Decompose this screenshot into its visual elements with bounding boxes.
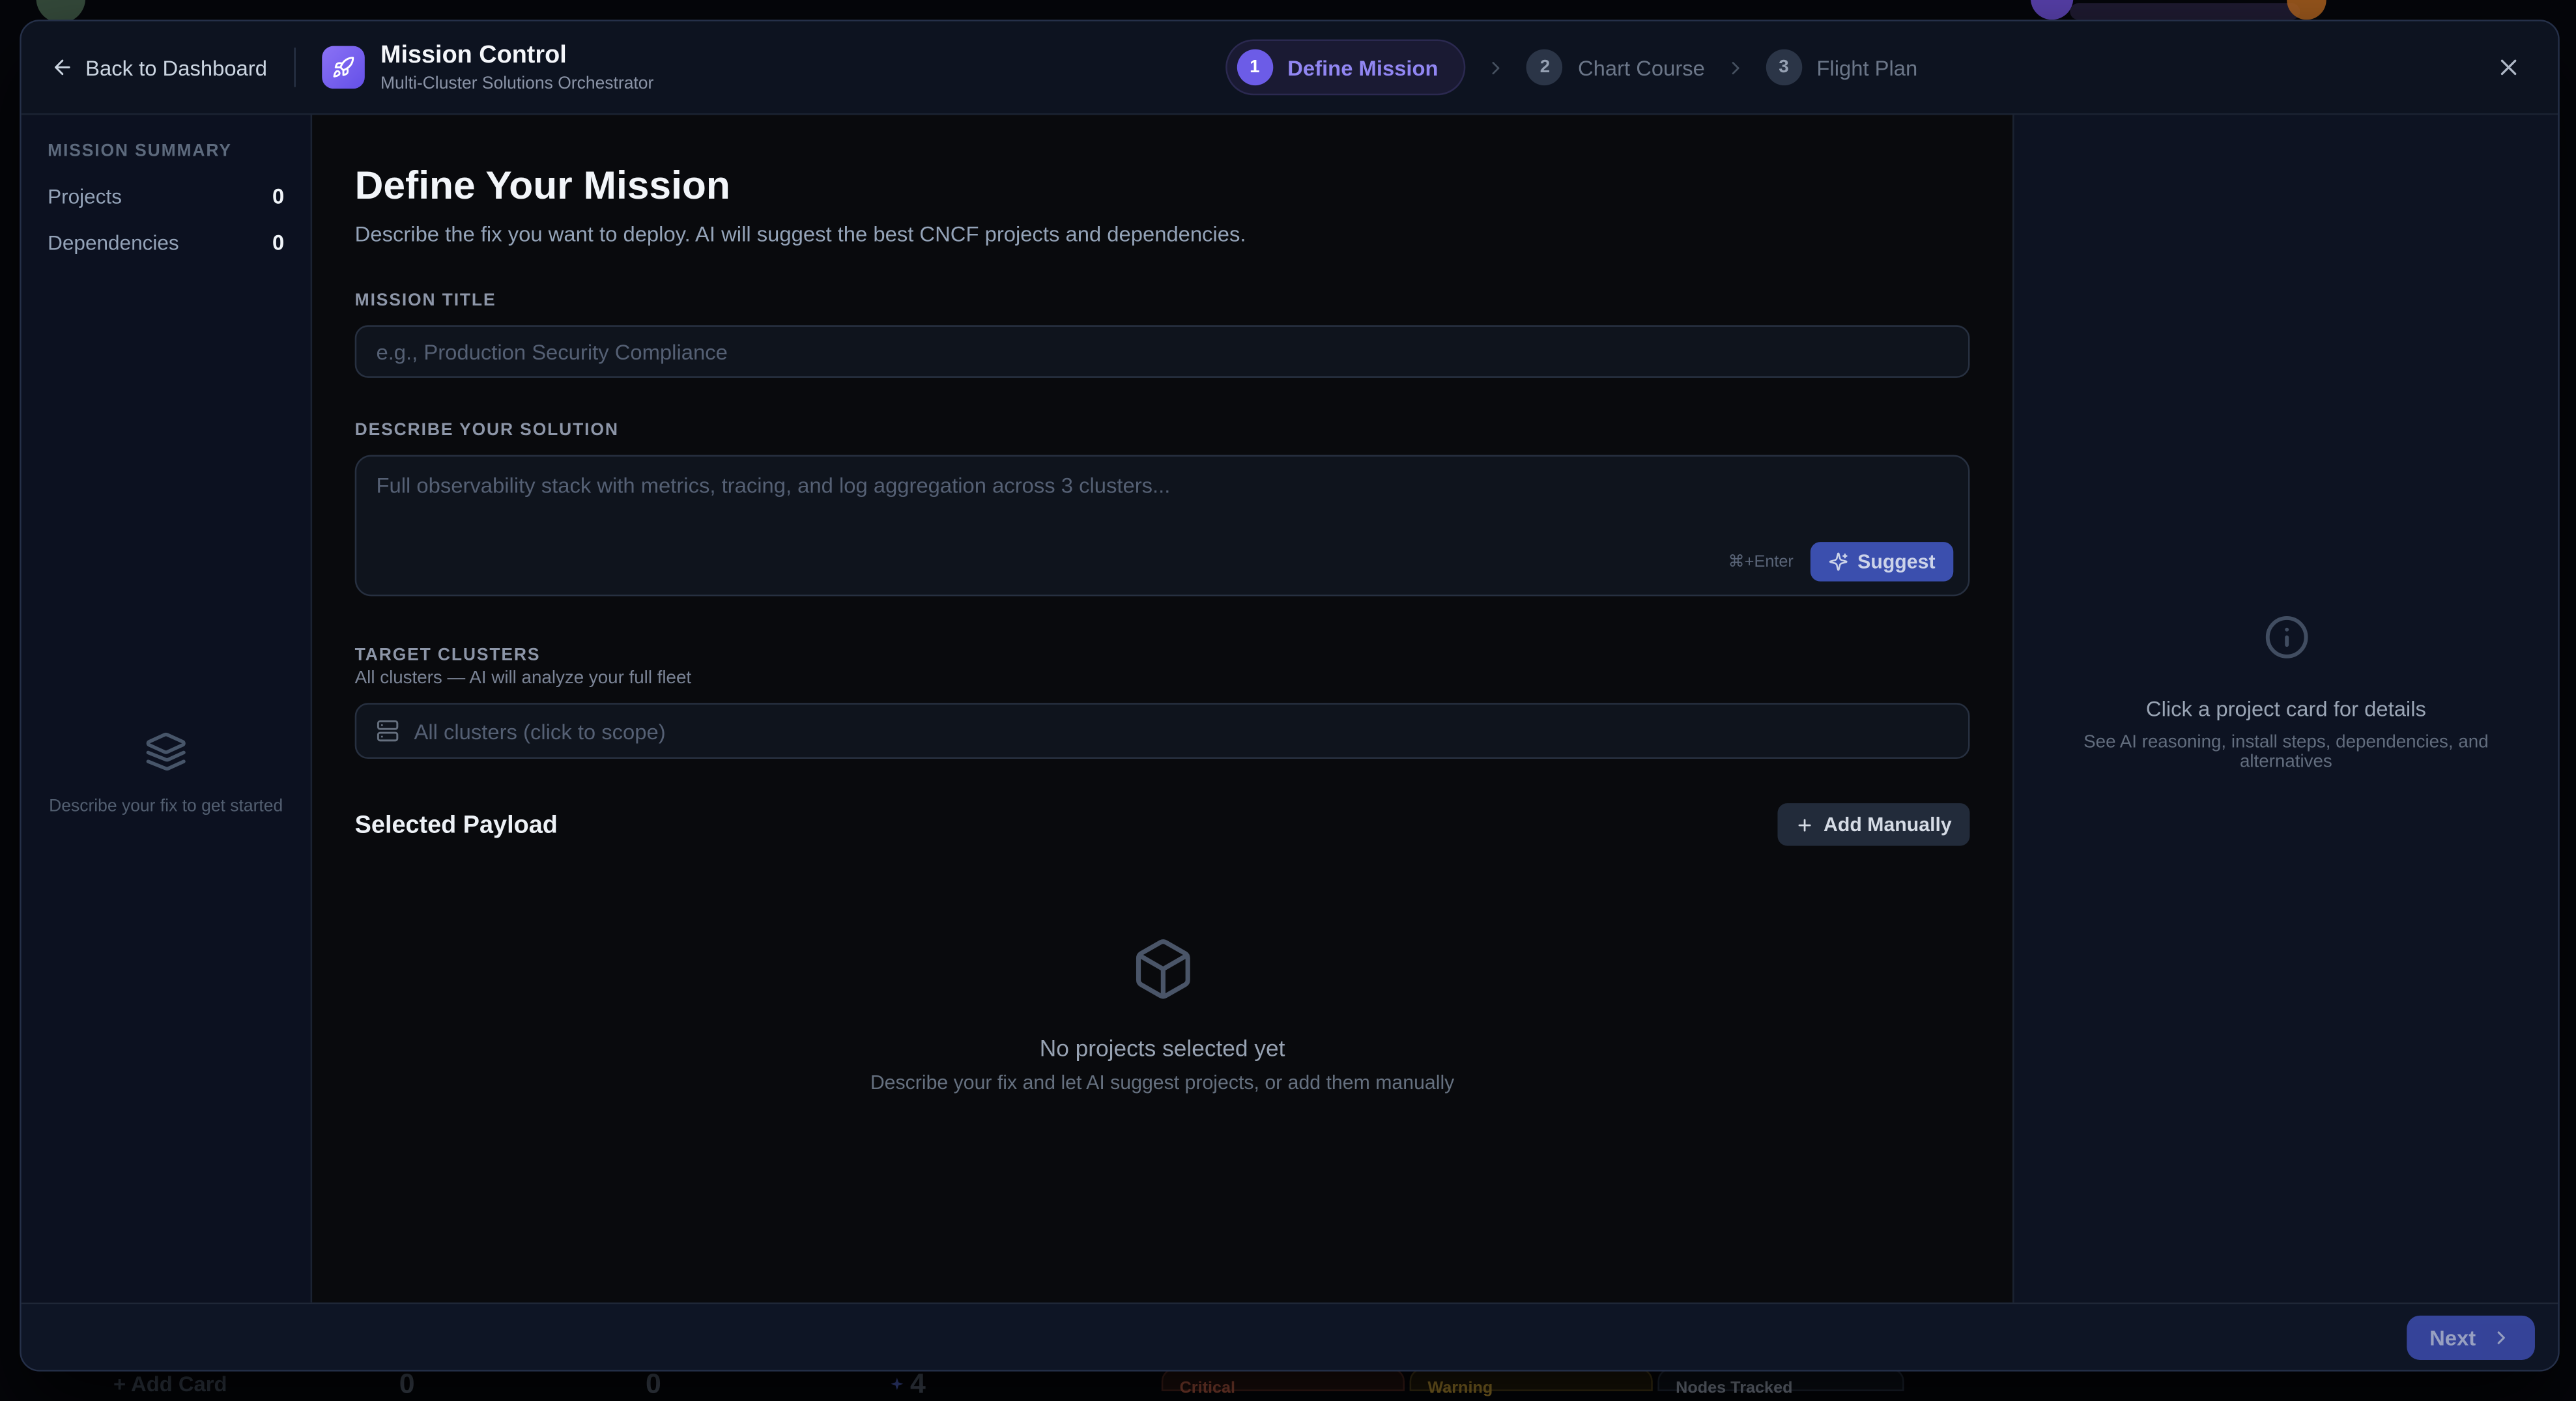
back-to-dashboard-button[interactable]: Back to Dashboard (51, 55, 267, 79)
chevron-right-icon (2491, 1326, 2512, 1348)
backdrop-count-a: 0 (399, 1368, 415, 1401)
sparkle-icon (889, 1376, 905, 1393)
payload-title: Selected Payload (355, 810, 558, 838)
projects-label: Projects (48, 185, 122, 208)
mission-title-label: MISSION TITLE (355, 290, 1970, 310)
wizard-stepper: 1 Define Mission 2 Chart Course 3 Flight… (1225, 40, 1917, 96)
page-title: Define Your Mission (355, 164, 1970, 210)
cluster-scope-value: All clusters (click to scope) (414, 718, 665, 743)
detail-empty-subtitle: See AI reasoning, install steps, depende… (2060, 731, 2512, 771)
suggest-button[interactable]: Suggest (1810, 542, 1953, 582)
solution-textarea[interactable] (356, 457, 1968, 539)
step-2-label: Chart Course (1578, 55, 1705, 79)
close-icon (2495, 54, 2521, 80)
textarea-footer: ⌘+Enter Suggest (1728, 542, 1954, 582)
backdrop-nodes-card: Nodes Tracked (1657, 1368, 1904, 1391)
payload-header-row: Selected Payload Add Manually (355, 803, 1970, 846)
backdrop-pill (2070, 3, 2300, 20)
step-3-label: Flight Plan (1816, 55, 1917, 79)
arrow-left-icon (51, 56, 74, 79)
modal-header: Back to Dashboard Mission Control Multi-… (21, 21, 2558, 115)
empty-state-subtitle: Describe your fix and let AI suggest pro… (355, 1071, 1970, 1094)
page-subtitle: Describe the fix you want to deploy. AI … (355, 221, 1970, 246)
cluster-scope-field[interactable]: All clusters (click to scope) (355, 703, 1970, 759)
solution-textarea-container: ⌘+Enter Suggest (355, 455, 1970, 597)
backdrop-avatar-purple (2031, 0, 2074, 20)
mission-summary-sidebar: MISSION SUMMARY Projects 0 Dependencies … (21, 115, 312, 1303)
modal-footer: Next (21, 1303, 2558, 1370)
shortcut-hint: ⌘+Enter (1728, 553, 1794, 571)
chevron-right-icon (1724, 57, 1746, 78)
step-flight-plan[interactable]: 3 Flight Plan (1766, 50, 1917, 85)
summary-row-projects: Projects 0 (48, 184, 284, 208)
screen: + Add Card 0 0 4 Critical Warning Nodes … (0, 0, 2576, 1391)
payload-empty-state: No projects selected yet Describe your f… (355, 936, 1970, 1094)
project-detail-panel: Click a project card for details See AI … (2012, 115, 2558, 1303)
backdrop-sparkle-stat: 4 (889, 1368, 926, 1401)
layers-icon (145, 731, 188, 774)
detail-empty-title: Click a project card for details (2060, 696, 2512, 720)
next-label: Next (2429, 1325, 2476, 1350)
clusters-label: TARGET CLUSTERS (355, 645, 1970, 665)
backdrop-count-b: 0 (646, 1368, 661, 1401)
step-2-number: 2 (1527, 50, 1563, 85)
add-manually-button[interactable]: Add Manually (1777, 803, 1969, 846)
empty-state-title: No projects selected yet (355, 1035, 1970, 1061)
modal-title: Mission Control (380, 42, 653, 70)
solution-label: DESCRIBE YOUR SOLUTION (355, 421, 1970, 440)
summary-row-dependencies: Dependencies 0 (48, 230, 284, 255)
define-mission-panel: Define Your Mission Describe the fix you… (312, 115, 2012, 1303)
dependencies-count: 0 (272, 230, 284, 255)
server-icon (376, 719, 399, 742)
package-icon (1130, 936, 1195, 1002)
close-button[interactable] (2489, 48, 2528, 87)
detail-empty-state: Click a project card for details See AI … (2014, 614, 2558, 771)
info-icon (2263, 614, 2310, 660)
dependencies-label: Dependencies (48, 231, 179, 253)
projects-count: 0 (272, 184, 284, 208)
clusters-help: All clusters — AI will analyze your full… (355, 668, 1970, 688)
step-3-number: 3 (1766, 50, 1801, 85)
sidebar-empty-text: Describe your fix to get started (21, 797, 311, 816)
step-define-mission[interactable]: 1 Define Mission (1225, 40, 1466, 96)
sidebar-section-title: MISSION SUMMARY (48, 141, 284, 161)
modal-body: MISSION SUMMARY Projects 0 Dependencies … (21, 115, 2558, 1303)
backdrop-avatar-orange (2287, 0, 2326, 20)
sparkles-icon (1828, 552, 1848, 571)
chevron-right-icon (1486, 57, 1508, 78)
header-divider (293, 48, 295, 87)
step-1-label: Define Mission (1287, 55, 1438, 79)
rocket-icon (321, 46, 364, 89)
plus-icon (1796, 815, 1814, 834)
backdrop-warning-card: Warning (1410, 1368, 1653, 1391)
header-title-block: Mission Control Multi-Cluster Solutions … (380, 42, 653, 93)
mission-control-modal: Back to Dashboard Mission Control Multi-… (20, 20, 2560, 1371)
back-label: Back to Dashboard (85, 55, 267, 79)
sidebar-empty-state: Describe your fix to get started (21, 731, 311, 816)
backdrop-critical-card: Critical (1162, 1368, 1405, 1391)
step-chart-course[interactable]: 2 Chart Course (1527, 50, 1705, 85)
step-1-number: 1 (1237, 50, 1272, 85)
mission-title-input[interactable] (355, 325, 1970, 378)
next-button[interactable]: Next (2407, 1315, 2535, 1359)
suggest-label: Suggest (1857, 550, 1935, 573)
modal-subtitle: Multi-Cluster Solutions Orchestrator (380, 73, 653, 92)
backdrop-add-card: + Add Card (113, 1372, 227, 1396)
add-manually-label: Add Manually (1824, 813, 1952, 836)
